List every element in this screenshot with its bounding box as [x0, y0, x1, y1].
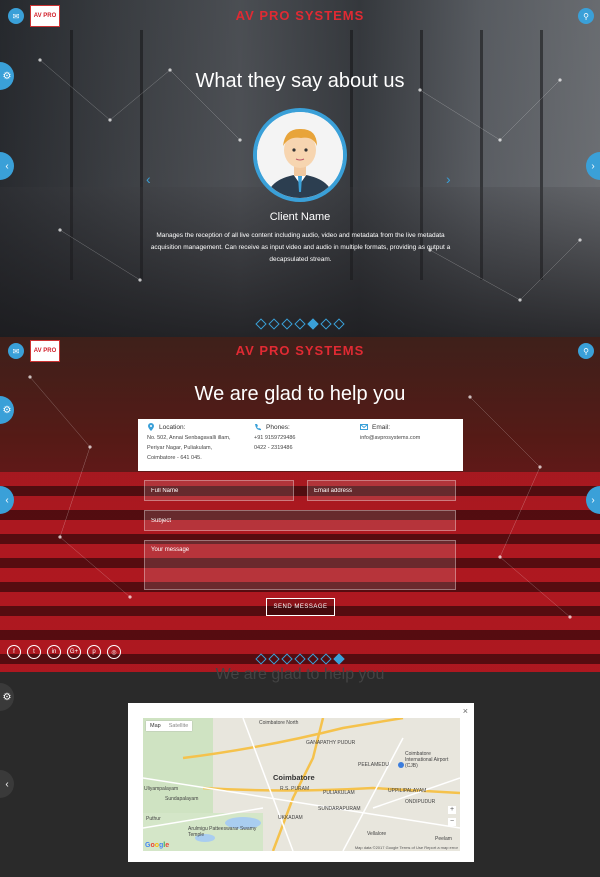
map-label: GANAPATHY PUDUR [306, 740, 356, 746]
subject-input[interactable] [144, 510, 456, 531]
pagination-dot[interactable] [281, 653, 293, 665]
map-footer[interactable]: Map data ©2017 Google Terms of Use Repor… [355, 845, 458, 850]
phone-number[interactable]: 0422 - 2319486 [254, 443, 295, 453]
pagination-dot[interactable] [320, 653, 332, 665]
close-icon[interactable]: × [463, 706, 468, 716]
brand-title: AV PRO SYSTEMS [0, 8, 600, 23]
map-tab[interactable]: Map [146, 721, 165, 731]
testimonial-heading: What they say about us [195, 70, 405, 92]
pagination-dot[interactable] [333, 318, 345, 330]
message-textarea[interactable] [144, 540, 456, 590]
brand-name-part1: AV PRO [235, 8, 291, 23]
full-name-input[interactable] [144, 480, 294, 501]
google-map[interactable]: Map Satellite Coimbatore North GANAPATHY… [143, 718, 460, 851]
map-label: UKKADAM [278, 815, 303, 821]
send-message-button[interactable]: SEND MESSAGE [266, 598, 335, 616]
address-line: No. 502, Annai Senbagavalli illam, [147, 435, 231, 441]
pagination-dot[interactable] [333, 653, 345, 665]
pagination-dot[interactable] [294, 318, 306, 330]
address-line: Periyar Nagar, Puliakulam, [147, 445, 213, 451]
satellite-tab[interactable]: Satellite [165, 721, 193, 731]
map-label: PULIAKULAM [323, 790, 355, 796]
zoom-in-button[interactable]: + [448, 806, 456, 814]
prev-testimonial-arrow[interactable]: ‹ [146, 171, 151, 187]
address-line: Coimbatore - 641 045. [147, 455, 202, 461]
map-label: Sundapalayam [165, 796, 199, 802]
phone-number[interactable]: +91 9159729486 [254, 433, 295, 443]
map-label: ONDIPUDUR [405, 799, 436, 805]
map-label: Arulmigu Patteeswarar Swamy Temple [188, 826, 257, 838]
map-label: PEELAMEDU [358, 762, 389, 768]
map-label: SUNDARAPURAM [318, 806, 361, 812]
email-input[interactable] [307, 480, 456, 501]
map-label: R.S. PURAM [280, 786, 310, 792]
email-label: Email: [372, 424, 391, 431]
pagination-dot[interactable] [268, 318, 280, 330]
pagination-dot[interactable] [294, 653, 306, 665]
airport-marker [398, 762, 404, 768]
pagination-dot[interactable] [255, 653, 267, 665]
phones-label: Phones: [266, 424, 290, 431]
map-type-tabs: Map Satellite [146, 721, 193, 731]
pagination-dot[interactable] [268, 653, 280, 665]
brand-name-part1: AV PRO [235, 343, 291, 358]
map-label: Peelam [435, 836, 452, 842]
map-label: Puthur [146, 816, 161, 822]
location-pin-icon[interactable]: ⚲ [578, 8, 594, 24]
zoom-out-button[interactable]: − [448, 818, 456, 826]
email-column: Email: info@avprosystems.com [360, 423, 420, 443]
contact-heading: We are glad to help you [194, 383, 406, 405]
map-modal: × Map Satellite Coimbatore North GANAPAT… [128, 703, 474, 862]
ghost-heading: We are glad to help you [215, 666, 385, 683]
map-label: Coimbatore International Airport (CJB) [405, 751, 449, 769]
pagination-dot[interactable] [307, 318, 319, 330]
contact-info-card: Location: No. 502, Annai Senbagavalli il… [138, 419, 463, 471]
location-pin-icon[interactable]: ⚲ [578, 343, 594, 359]
next-testimonial-arrow[interactable]: › [446, 171, 451, 187]
location-column: Location: No. 502, Annai Senbagavalli il… [147, 423, 230, 463]
brand-title: AV PRO SYSTEMS [0, 343, 600, 358]
pagination-dot[interactable] [320, 318, 332, 330]
brand-name-part2: SYSTEMS [295, 8, 365, 23]
map-label: Coimbatore North [259, 720, 299, 726]
pagination-dot[interactable] [281, 318, 293, 330]
testimonial-quote: Manages the reception of all live conten… [150, 232, 451, 263]
google-logo: Google [145, 842, 170, 849]
contact-pagination [0, 653, 600, 665]
client-name: Client Name [269, 211, 331, 223]
pagination-dot[interactable] [255, 318, 267, 330]
map-label: UPPILIPALAYAM [388, 788, 427, 794]
client-avatar [253, 108, 347, 202]
map-label: Vellalore [367, 831, 387, 837]
pagination-dot[interactable] [307, 653, 319, 665]
phones-column: Phones: +91 9159729486 0422 - 2319486 [254, 423, 295, 453]
email-address[interactable]: info@avprosystems.com [360, 433, 420, 443]
location-label: Location: [159, 424, 186, 431]
map-city: Coimbatore [273, 773, 315, 782]
brand-name-part2: SYSTEMS [295, 343, 365, 358]
testimonial-pagination [0, 318, 600, 330]
avatar-illustration [257, 112, 343, 198]
map-label: Uliyampalayam [144, 786, 179, 792]
